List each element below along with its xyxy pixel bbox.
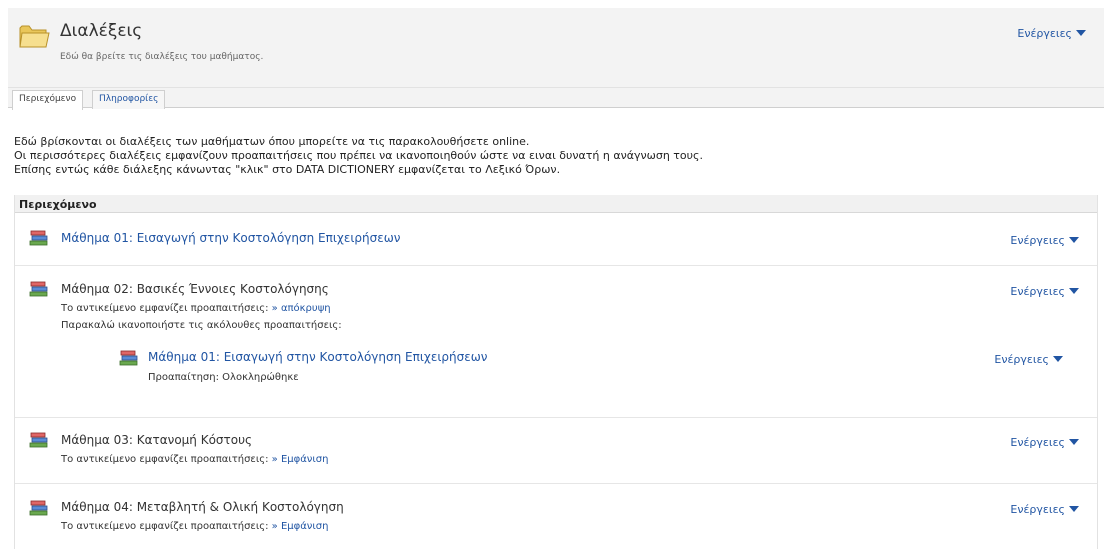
- caret-down-icon: [1069, 439, 1079, 445]
- caret-down-icon: [1069, 506, 1079, 512]
- content-header: Περιεχόμενο: [15, 195, 1097, 213]
- tab-bar: Περιεχόμενο Πληροφορίες: [8, 88, 1104, 110]
- tab-content[interactable]: Περιεχόμενο: [12, 90, 84, 110]
- folder-icon: [19, 25, 50, 48]
- lesson-title: Μάθημα 02: Βασικές Έννοιες Κοστολόγησης: [61, 282, 329, 296]
- intro-text: Εδώ βρίσκονται οι διαλέξεις των μαθήματω…: [14, 135, 1094, 177]
- prereq-status: Προαπαίτηση: Ολοκληρώθηκε: [148, 372, 299, 383]
- header-actions-button[interactable]: Ενέργειες: [1017, 27, 1086, 40]
- list-item: Μάθημα 01: Εισαγωγή στην Κοστολόγηση Επι…: [15, 214, 1097, 266]
- actions-label: Ενέργειες: [1010, 436, 1065, 449]
- page-title: Διαλέξεις: [60, 21, 143, 41]
- tab-info[interactable]: Πληροφορίες: [92, 90, 166, 109]
- sub-item-actions-button[interactable]: Ενέργειες: [994, 353, 1063, 366]
- caret-down-icon: [1053, 356, 1063, 362]
- item-actions-button[interactable]: Ενέργειες: [1010, 503, 1079, 516]
- books-icon: [29, 432, 48, 448]
- caret-down-icon: [1076, 30, 1086, 36]
- satisfy-text: Παρακαλώ ικανοποιήστε τις ακόλουθες προα…: [61, 320, 342, 331]
- books-icon: [29, 230, 48, 246]
- actions-label: Ενέργειες: [994, 353, 1049, 366]
- prereq-toggle-link[interactable]: » Εμφάνιση: [272, 521, 329, 532]
- books-icon: [29, 500, 48, 516]
- prereq-toggle-link[interactable]: » Εμφάνιση: [272, 454, 329, 465]
- prereq-line: Το αντικείμενο εμφανίζει προαπαιτήσεις: …: [61, 521, 328, 532]
- prereq-lesson-link[interactable]: Μάθημα 01: Εισαγωγή στην Κοστολόγηση Επι…: [148, 350, 487, 364]
- list-item: Μάθημα 02: Βασικές Έννοιες Κοστολόγησης …: [15, 266, 1097, 418]
- books-icon: [119, 350, 138, 366]
- intro-line: Οι περισσότερες διαλέξεις εμφανίζουν προ…: [14, 149, 703, 162]
- actions-label: Ενέργειες: [1017, 27, 1072, 40]
- item-actions-button[interactable]: Ενέργειες: [1010, 234, 1079, 247]
- caret-down-icon: [1069, 288, 1079, 294]
- books-icon: [29, 281, 48, 297]
- prereq-text: Το αντικείμενο εμφανίζει προαπαιτήσεις:: [61, 303, 269, 314]
- lesson-link[interactable]: Μάθημα 01: Εισαγωγή στην Κοστολόγηση Επι…: [61, 231, 400, 245]
- item-actions-button[interactable]: Ενέργειες: [1010, 436, 1079, 449]
- prereq-text: Το αντικείμενο εμφανίζει προαπαιτήσεις:: [61, 454, 269, 465]
- list-item: Μάθημα 03: Κατανομή Κόστους Ενέργειες Το…: [15, 418, 1097, 484]
- intro-line: Εδώ βρίσκονται οι διαλέξεις των μαθήματω…: [14, 135, 530, 148]
- caret-down-icon: [1069, 237, 1079, 243]
- actions-label: Ενέργειες: [1010, 285, 1065, 298]
- lesson-title: Μάθημα 03: Κατανομή Κόστους: [61, 433, 253, 447]
- content-list: Περιεχόμενο Μάθημα 01: Εισαγωγή στην Κοσ…: [14, 195, 1098, 549]
- list-item: Μάθημα 04: Μεταβλητή & Ολική Κοστολόγηση…: [15, 484, 1097, 549]
- actions-label: Ενέργειες: [1010, 234, 1065, 247]
- prereq-line: Το αντικείμενο εμφανίζει προαπαιτήσεις: …: [61, 303, 331, 314]
- prereq-text: Το αντικείμενο εμφανίζει προαπαιτήσεις:: [61, 521, 269, 532]
- lesson-title: Μάθημα 04: Μεταβλητή & Ολική Κοστολόγηση: [61, 500, 344, 514]
- item-actions-button[interactable]: Ενέργειες: [1010, 285, 1079, 298]
- intro-line: Επίσης εντώς κάθε διάλεξης κάνωντας "κλι…: [14, 163, 561, 176]
- page-header: Διαλέξεις Εδώ θα βρείτε τις διαλέξεις το…: [8, 8, 1104, 88]
- prereq-line: Το αντικείμενο εμφανίζει προαπαιτήσεις: …: [61, 454, 328, 465]
- prereq-toggle-link[interactable]: » απόκρυψη: [272, 303, 331, 314]
- page-subtitle: Εδώ θα βρείτε τις διαλέξεις του μαθήματο…: [60, 52, 264, 62]
- actions-label: Ενέργειες: [1010, 503, 1065, 516]
